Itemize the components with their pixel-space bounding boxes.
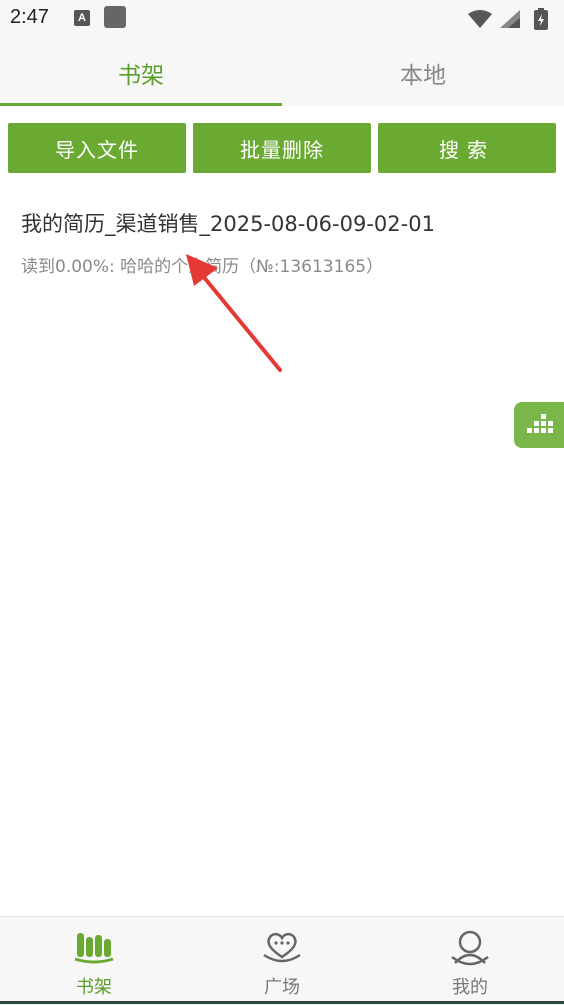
battery-icon	[534, 8, 548, 30]
wifi-icon	[468, 10, 492, 28]
top-tabs: 书架 本地	[0, 40, 564, 106]
tab-local[interactable]: 本地	[282, 40, 564, 106]
nav-label-mine: 我的	[452, 977, 488, 998]
annotation-arrow-icon	[186, 254, 282, 372]
floating-stats-button[interactable]	[514, 402, 564, 448]
notification-square-icon	[104, 6, 126, 28]
bookshelf-icon	[74, 933, 114, 964]
status-icons	[468, 8, 548, 30]
user-icon	[451, 930, 489, 966]
status-bar: 2:47 A	[0, 0, 564, 40]
notification-a-icon: A	[74, 10, 90, 26]
bottom-nav: 书架 广场 我的	[0, 916, 564, 1005]
active-tab-indicator	[0, 103, 282, 106]
nav-label-shelf: 书架	[76, 977, 112, 998]
nav-item-mine[interactable]: 我的	[376, 917, 564, 1005]
batch-delete-button[interactable]: 批量删除	[193, 123, 371, 173]
heart-chat-icon	[263, 932, 301, 963]
book-title: 我的简历_渠道销售_2025-08-06-09-02-01	[21, 212, 435, 236]
stats-icon	[527, 414, 553, 433]
nav-item-shelf[interactable]: 书架	[0, 917, 188, 1005]
nav-label-plaza: 广场	[264, 977, 300, 998]
import-file-button[interactable]: 导入文件	[8, 123, 186, 173]
tab-shelf[interactable]: 书架	[0, 40, 282, 106]
nav-item-plaza[interactable]: 广场	[188, 917, 376, 1005]
status-time: 2:47	[10, 6, 49, 28]
search-button[interactable]: 搜索	[378, 123, 556, 173]
